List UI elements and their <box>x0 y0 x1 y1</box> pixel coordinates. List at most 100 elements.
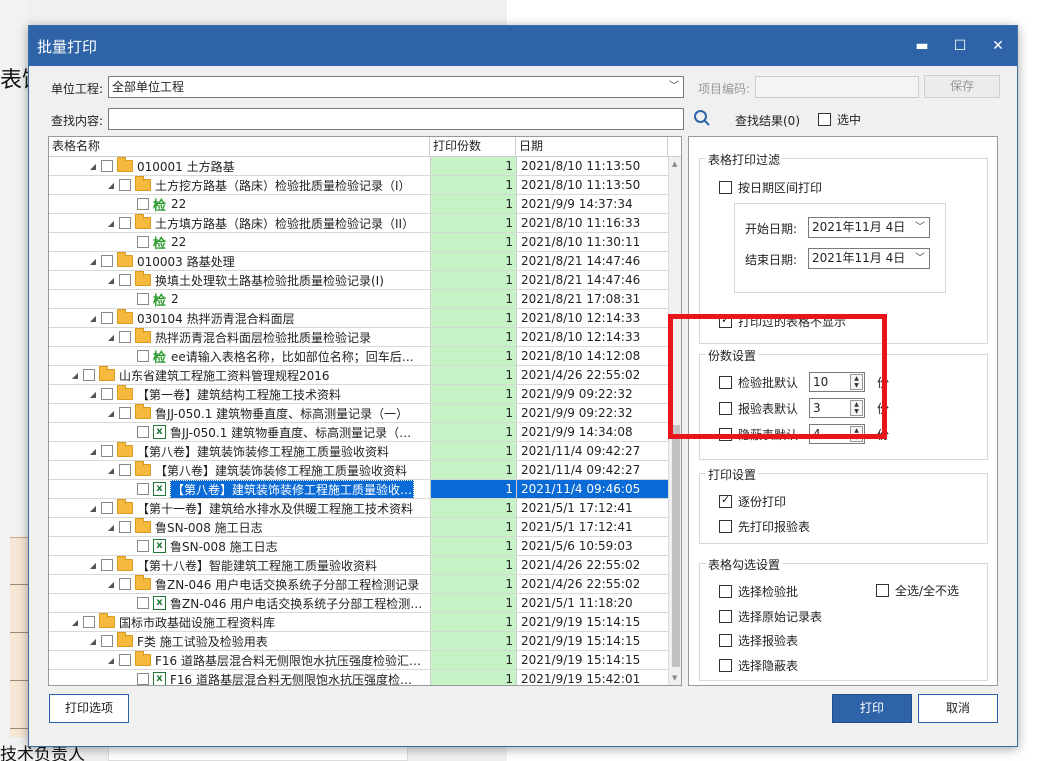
row-checkbox[interactable] <box>119 407 131 419</box>
print-options-button[interactable]: 打印选项 <box>49 694 129 723</box>
row-checkbox[interactable] <box>101 312 113 324</box>
table-name-cell[interactable]: ◢ 【第八卷】建筑装饰装修工程施工质量验收资料 <box>49 461 429 479</box>
table-name-cell[interactable]: ◢ 【第十八卷】智能建筑工程施工质量验收资料 <box>49 556 429 574</box>
row-checkbox[interactable] <box>137 483 149 495</box>
table-row[interactable]: ◢ 010003 路基处理 1 2021/8/21 14:47:46 <box>49 252 668 271</box>
expand-arrow-icon[interactable]: ◢ <box>87 637 99 646</box>
table-name-cell[interactable]: 检 ee请输入表格名称，比如部位名称；回车后… <box>49 347 429 365</box>
table-name-cell[interactable]: ◢ 换填土处理软土路基检验批质量检验记录(I) <box>49 271 429 289</box>
expand-arrow-icon[interactable]: ◢ <box>69 371 81 380</box>
cancel-button[interactable]: 取消 <box>918 694 998 723</box>
row-checkbox[interactable] <box>137 426 149 438</box>
print-copies-cell[interactable]: 1 <box>430 214 516 232</box>
print-copies-cell[interactable]: 1 <box>430 290 516 308</box>
print-copies-cell[interactable]: 1 <box>430 176 516 194</box>
table-name-cell[interactable]: ◢ 鲁SN-008 施工日志 <box>49 518 429 536</box>
print-copies-cell[interactable]: 1 <box>430 594 516 612</box>
expand-arrow-icon[interactable]: ◢ <box>105 466 117 475</box>
table-row[interactable]: x 鲁JJ-050.1 建筑物垂直度、标高测量记录（… 1 2021/9/9 14:3… <box>49 423 668 442</box>
row-checkbox[interactable] <box>83 369 95 381</box>
header-print-copies[interactable]: 打印份数 <box>430 137 516 157</box>
table-row[interactable]: ◢ 鲁SN-008 施工日志 1 2021/5/1 17:12:41 <box>49 518 668 537</box>
end-date-picker[interactable]: 2021年11月 4日 ﹀ <box>808 248 930 269</box>
table-name-cell[interactable]: x 【第八卷】建筑装饰装修工程施工质量验收… <box>49 480 429 498</box>
row-checkbox[interactable] <box>119 331 131 343</box>
print-copies-cell[interactable]: 1 <box>430 366 516 384</box>
close-button[interactable]: ✕ <box>979 26 1017 66</box>
expand-arrow-icon[interactable]: ◢ <box>105 181 117 190</box>
select-all-checkbox[interactable]: 全选/全不选 <box>876 582 959 599</box>
expand-arrow-icon[interactable]: ◢ <box>105 523 117 532</box>
table-name-cell[interactable]: ◢ 国标市政基础设施工程资料库 <box>49 613 429 631</box>
table-name-cell[interactable]: ◢ 山东省建筑工程施工资料管理规程2016 <box>49 366 429 384</box>
expand-arrow-icon[interactable]: ◢ <box>105 580 117 589</box>
title-bar[interactable]: 批量打印 ▬ ☐ ✕ <box>29 26 1017 66</box>
table-name-cell[interactable]: ◢ 010003 路基处理 <box>49 252 429 270</box>
print-copies-cell[interactable]: 1 <box>430 385 516 403</box>
row-checkbox[interactable] <box>101 255 113 267</box>
row-checkbox[interactable] <box>101 559 113 571</box>
table-row[interactable]: ◢ 【第一卷】建筑结构工程施工技术资料 1 2021/9/9 09:22:32 <box>49 385 668 404</box>
print-copies-cell[interactable]: 1 <box>430 233 516 251</box>
expand-arrow-icon[interactable]: ◢ <box>87 504 99 513</box>
table-row[interactable]: ◢ 土方填方路基（路床）检验批质量检验记录（II） 1 2021/8/10 11:16… <box>49 214 668 233</box>
header-date[interactable]: 日期 <box>516 137 668 157</box>
select-original-record-box[interactable] <box>719 610 732 623</box>
row-checkbox[interactable] <box>119 578 131 590</box>
table-row[interactable]: x 【第八卷】建筑装饰装修工程施工质量验收… 1 2021/11/4 09:46:05 <box>49 480 668 499</box>
table-row[interactable]: ◢ F16 道路基层混合料无侧限饱水抗压强度检验汇… 1 2021/9/19 15:1… <box>49 651 668 670</box>
print-copies-cell[interactable]: 1 <box>430 404 516 422</box>
expand-arrow-icon[interactable]: ◢ <box>87 257 99 266</box>
report-first-box[interactable] <box>719 520 732 533</box>
table-row[interactable]: ◢ 【第八卷】建筑装饰装修工程施工质量验收资料 1 2021/11/4 09:42:2… <box>49 442 668 461</box>
table-row[interactable]: x 鲁SN-008 施工日志 1 2021/5/6 10:59:03 <box>49 537 668 556</box>
table-row[interactable]: ◢ 鲁ZN-046 用户电话交换系统子分部工程检测记录 1 2021/4/26 22:… <box>49 575 668 594</box>
table-row[interactable]: ◢ 030104 热拌沥青混合料面层 1 2021/8/10 12:14:33 <box>49 309 668 328</box>
print-copies-cell[interactable]: 1 <box>430 537 516 555</box>
table-row[interactable]: ◢ F类 施工试验及检验用表 1 2021/9/19 15:14:15 <box>49 632 668 651</box>
report-first-checkbox[interactable]: 先打印报验表 <box>719 518 810 535</box>
row-checkbox[interactable] <box>119 464 131 476</box>
header-table-name[interactable]: 表格名称 <box>49 137 430 157</box>
table-name-cell[interactable]: x 鲁JJ-050.1 建筑物垂直度、标高测量记录（… <box>49 423 429 441</box>
table-name-cell[interactable]: ◢ 鲁ZN-046 用户电话交换系统子分部工程检测记录 <box>49 575 429 593</box>
table-name-cell[interactable]: ◢ 土方挖方路基（路床）检验批质量检验记录（I） <box>49 176 429 194</box>
scroll-up-icon[interactable]: ▲ <box>672 160 677 168</box>
table-name-cell[interactable]: ◢ F16 道路基层混合料无侧限饱水抗压强度检验汇… <box>49 651 429 669</box>
table-name-cell[interactable]: ◢ 热拌沥青混合料面层检验批质量检验记录 <box>49 328 429 346</box>
one-by-one-box[interactable] <box>719 493 732 508</box>
row-checkbox[interactable] <box>101 635 113 647</box>
table-name-cell[interactable]: ◢ 【第一卷】建筑结构工程施工技术资料 <box>49 385 429 403</box>
save-button[interactable]: 保存 <box>924 75 1000 98</box>
print-copies-cell[interactable]: 1 <box>430 480 516 498</box>
print-copies-cell[interactable]: 1 <box>430 499 516 517</box>
row-checkbox[interactable] <box>119 521 131 533</box>
print-copies-cell[interactable]: 1 <box>430 195 516 213</box>
table-name-cell[interactable]: ◢ 010001 土方路基 <box>49 157 429 175</box>
project-code-field[interactable] <box>755 76 919 98</box>
print-copies-cell[interactable]: 1 <box>430 252 516 270</box>
expand-arrow-icon[interactable]: ◢ <box>105 409 117 418</box>
row-checkbox[interactable] <box>137 350 149 362</box>
row-checkbox[interactable] <box>137 673 149 685</box>
print-copies-cell[interactable]: 1 <box>430 518 516 536</box>
print-copies-cell[interactable]: 1 <box>430 157 516 175</box>
expand-arrow-icon[interactable]: ◢ <box>87 447 99 456</box>
table-name-cell[interactable]: 检 22 <box>49 195 429 213</box>
expand-arrow-icon[interactable]: ◢ <box>105 219 117 228</box>
expand-arrow-icon[interactable]: ◢ <box>105 276 117 285</box>
select-report-box[interactable] <box>719 634 732 647</box>
table-name-cell[interactable]: ◢ 土方填方路基（路床）检验批质量检验记录（II） <box>49 214 429 232</box>
table-row[interactable]: ◢ 鲁JJ-050.1 建筑物垂直度、标高测量记录（一） 1 2021/9/9 09:… <box>49 404 668 423</box>
row-checkbox[interactable] <box>101 160 113 172</box>
table-name-cell[interactable]: x 鲁SN-008 施工日志 <box>49 537 429 555</box>
print-copies-cell[interactable]: 1 <box>430 423 516 441</box>
table-row[interactable]: ◢ 热拌沥青混合料面层检验批质量检验记录 1 2021/8/10 12:14:33 <box>49 328 668 347</box>
print-copies-cell[interactable]: 1 <box>430 670 516 685</box>
table-name-cell[interactable]: ◢ F类 施工试验及检验用表 <box>49 632 429 650</box>
table-name-cell[interactable]: ◢ 030104 热拌沥青混合料面层 <box>49 309 429 327</box>
table-row[interactable]: ◢ 土方挖方路基（路床）检验批质量检验记录（I） 1 2021/8/10 11:13:… <box>49 176 668 195</box>
select-checkbox[interactable]: 选中 <box>818 111 861 128</box>
row-checkbox[interactable] <box>101 388 113 400</box>
row-checkbox[interactable] <box>119 179 131 191</box>
